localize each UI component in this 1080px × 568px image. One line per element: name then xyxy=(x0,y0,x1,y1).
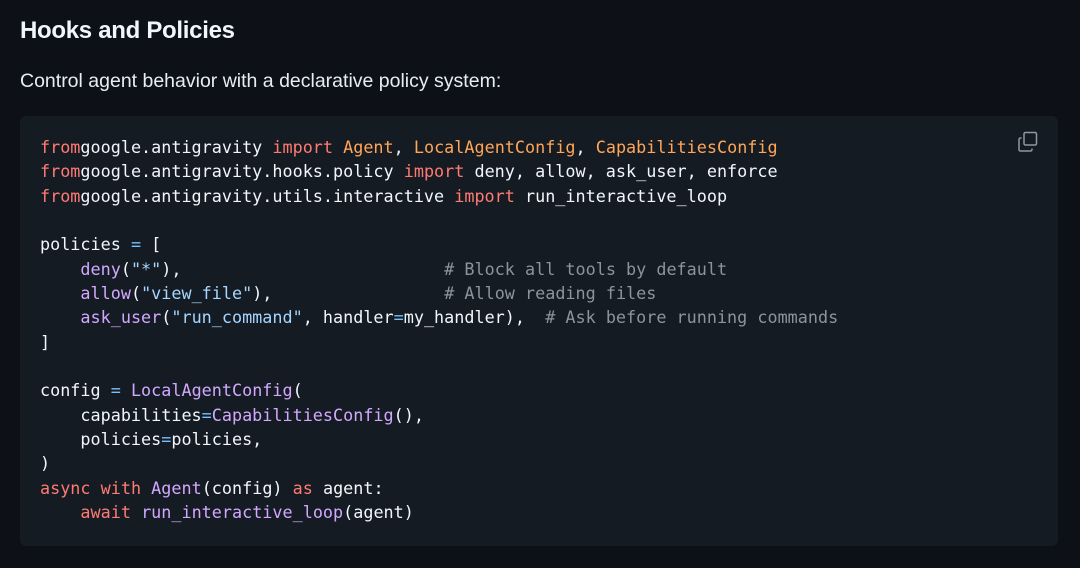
intro-paragraph: Control agent behavior with a declarativ… xyxy=(20,70,502,92)
code-line: fromgoogle.antigravity.utils.interactive… xyxy=(40,185,728,206)
code-block: fromgoogle.antigravity import Agent, Loc… xyxy=(20,116,1058,546)
code-line: async with Agent(config) as agent: xyxy=(40,477,384,498)
code-line: fromgoogle.antigravity import Agent, Loc… xyxy=(40,137,778,157)
code-line: ask_user("run_command", handler=my_handl… xyxy=(80,307,839,328)
code-content: fromgoogle.antigravity import Agent, Loc… xyxy=(40,135,838,525)
code-line: await run_interactive_loop(agent) xyxy=(80,502,414,523)
code-line: capabilities=CapabilitiesConfig(), xyxy=(40,404,424,425)
code-line: ) xyxy=(40,453,51,474)
copy-icon xyxy=(1018,131,1038,152)
code-line: config = LocalAgentConfig( xyxy=(40,380,303,401)
section-heading: Hooks and Policies xyxy=(20,17,235,44)
code-line: deny("*"), # Block all tools by default xyxy=(80,258,728,279)
code-line: allow("view_file"), # Allow reading file… xyxy=(80,283,657,304)
code-line: policies=policies, xyxy=(40,429,263,450)
code-line: policies = [ xyxy=(40,234,162,255)
code-line: fromgoogle.antigravity.hooks.policy impo… xyxy=(40,161,778,182)
copy-button[interactable] xyxy=(1016,130,1040,154)
code-line: ] xyxy=(40,331,51,352)
